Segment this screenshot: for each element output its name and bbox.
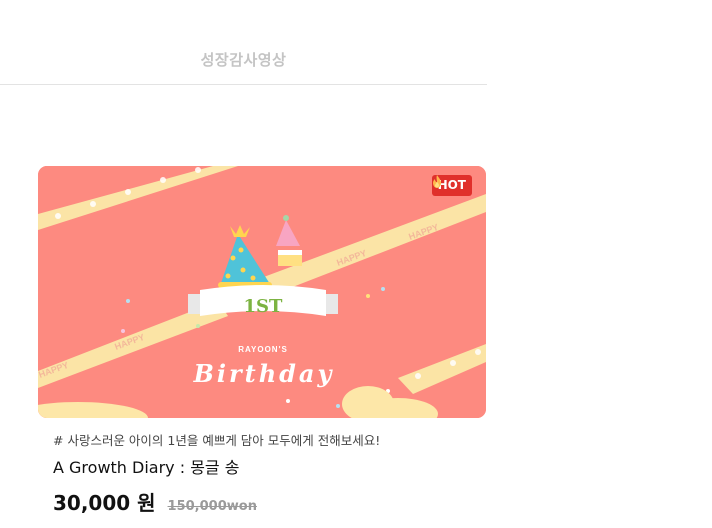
product-thumbnail[interactable]: HAPPY HAPPY HAPPY HAPPY 1ST RAYOON'S Bir… [38, 166, 486, 418]
product-tagline: # 사랑스러운 아이의 1년을 예쁘게 담아 모두에게 전해보세요! [53, 433, 381, 448]
original-price: 150,000won [167, 499, 257, 514]
thumbnail-illustration: HAPPY HAPPY HAPPY HAPPY 1ST RAYOON'S Bir… [38, 166, 486, 418]
ribbon-label: 1ST [244, 296, 284, 317]
fire-icon [432, 175, 441, 188]
sale-price: 30,000 원 [53, 491, 156, 515]
name-label: RAYOON'S [238, 345, 288, 354]
product-card[interactable]: HAPPY HAPPY HAPPY HAPPY 1ST RAYOON'S Bir… [38, 166, 486, 418]
price-row: 30,000 원 150,000won [53, 487, 257, 516]
tab-header: 성장감사영상 [0, 0, 487, 85]
product-title[interactable]: A Growth Diary : 몽글 송 [53, 454, 239, 478]
hot-badge: HOT [431, 175, 472, 196]
tab-title[interactable]: 성장감사영상 [0, 49, 487, 70]
hot-badge-label: HOT [437, 178, 466, 192]
birthday-headline: Birthday [193, 359, 335, 388]
